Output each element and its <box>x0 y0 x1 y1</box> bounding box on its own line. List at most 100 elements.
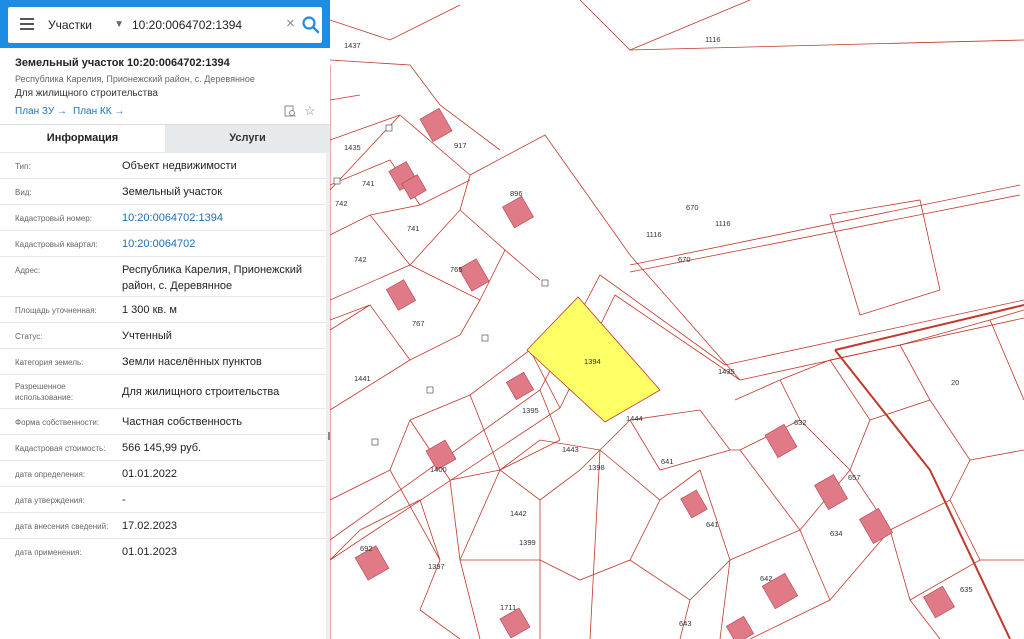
parcel-purpose: Для жилищного строительства <box>15 88 158 99</box>
info-row: Кадастровый номер: 10:20:0064702:1394 <box>0 204 326 230</box>
parcel-label: 742 <box>354 255 367 264</box>
info-row: дата утверждения: - <box>0 486 326 512</box>
info-value: Для жилищного строительства <box>122 386 280 398</box>
parcel-label: 1442 <box>510 509 527 518</box>
parcel-label: 1443 <box>562 445 579 454</box>
parcel-boundaries <box>330 0 1024 639</box>
parcel-label: 643 <box>679 619 692 628</box>
parcel-label: 632 <box>794 418 807 427</box>
parcel-card-header: Земельный участок 10:20:0064702:1394 Рес… <box>0 48 330 124</box>
report-icon[interactable] <box>284 105 296 117</box>
info-label: дата утверждения: <box>15 496 85 505</box>
info-row: Категория земель: Земли населённых пункто… <box>0 348 326 374</box>
info-value: - <box>122 494 126 506</box>
parcel-label: 1394 <box>584 357 601 366</box>
parcel-label: 767 <box>412 319 425 328</box>
parcel-label: 1397 <box>428 562 445 571</box>
close-icon[interactable]: × <box>286 15 295 33</box>
search-box: Участки ▼ × <box>8 7 322 43</box>
info-value: Земли населённых пунктов <box>122 356 262 368</box>
parcel-label: 741 <box>407 224 420 233</box>
info-row: дата определения: 01.01.2022 <box>0 460 326 486</box>
map-canvas[interactable]: 1437 1116 1435 917 741 896 742 741 1116 670 670 742… <box>330 0 1024 639</box>
info-label: Категория земель: <box>15 358 84 367</box>
parcel-label: 1398 <box>588 463 605 472</box>
tab-info[interactable]: Информация <box>0 125 165 153</box>
info-value: 17.02.2023 <box>122 520 178 532</box>
plan-kk-link[interactable]: План КК → <box>73 106 124 117</box>
parcel-label: 1116 <box>646 230 662 239</box>
parcel-label: 1441 <box>354 374 371 383</box>
chevron-down-icon: ▼ <box>114 19 124 30</box>
info-row: Вид: Земельный участок <box>0 178 326 204</box>
info-row: Разрешенное использование: Для жилищного … <box>0 374 326 408</box>
info-label: Статус: <box>15 332 43 341</box>
search-input[interactable] <box>132 16 282 34</box>
info-value: Объект недвижимости <box>122 160 237 172</box>
info-label: дата применения: <box>15 548 82 557</box>
parcel-label: 1435 <box>718 367 735 376</box>
info-value: 01.01.2022 <box>122 468 178 480</box>
sidebar: Участки ▼ × Земельный участок 10:20:0064… <box>0 0 330 639</box>
info-value: Земельный участок <box>122 186 223 198</box>
parcel-label: 741 <box>362 179 375 188</box>
info-value: 1 300 кв. м <box>122 304 177 316</box>
parcel-label: 641 <box>706 520 719 529</box>
category-label: Участки <box>48 18 92 32</box>
menu-icon[interactable] <box>20 18 34 30</box>
info-label: Кадастровый номер: <box>15 214 92 223</box>
parcel-label: 635 <box>960 585 973 594</box>
info-value-link[interactable]: 10:20:0064702:1394 <box>122 210 312 226</box>
info-value-link[interactable]: 10:20:0064702 <box>122 236 312 252</box>
info-value: 01.01.2023 <box>122 546 178 558</box>
parcel-label: 1711 <box>500 603 516 612</box>
info-row: дата применения: 01.01.2023 <box>0 538 326 564</box>
parcel-label: 670 <box>678 255 691 264</box>
parcel-label: 917 <box>454 141 467 150</box>
info-label: Кадастровый квартал: <box>15 240 98 249</box>
info-value: Частная собственность <box>122 416 243 428</box>
info-label: Тип: <box>15 162 31 171</box>
star-icon[interactable]: ☆ <box>304 103 316 119</box>
search-bar: Участки ▼ × <box>0 0 330 48</box>
cadastral-map[interactable]: 1437 1116 1435 917 741 896 742 741 1116 670 670 742… <box>330 0 1024 639</box>
parcel-label: 1400 <box>430 465 447 474</box>
info-row: Площадь уточненная: 1 300 кв. м <box>0 296 326 322</box>
info-label: Адрес: <box>15 266 41 275</box>
info-label: дата внесения сведений: <box>15 522 109 531</box>
parcel-label: 634 <box>830 529 843 538</box>
parcel-label: 742 <box>335 199 348 208</box>
parcel-title: Земельный участок 10:20:0064702:1394 <box>15 57 230 69</box>
info-label: Вид: <box>15 188 32 197</box>
parcel-label: 765 <box>450 265 463 274</box>
info-label: Форма собственности: <box>15 418 100 427</box>
parcel-label: 642 <box>760 574 773 583</box>
tab-services[interactable]: Услуги <box>165 125 330 153</box>
info-row: дата внесения сведений: 17.02.2023 <box>0 512 326 538</box>
info-row: Статус: Учтенный <box>0 322 326 348</box>
parcel-label: 1444 <box>626 414 643 423</box>
parcel-label: 670 <box>686 203 699 212</box>
category-select[interactable]: Участки ▼ <box>48 7 126 43</box>
info-row: Форма собственности: Частная собственност… <box>0 408 326 434</box>
search-icon[interactable] <box>301 15 321 35</box>
info-label: Площадь уточненная: <box>15 306 97 315</box>
parcel-label: 20 <box>951 378 959 387</box>
parcel-label: 1116 <box>715 219 731 228</box>
parcel-label: 1435 <box>344 143 361 152</box>
parcel-label: 641 <box>661 457 674 466</box>
plan-zu-link[interactable]: План ЗУ → <box>15 106 67 117</box>
info-label: дата определения: <box>15 470 86 479</box>
parcel-label: 692 <box>360 544 373 553</box>
parcel-label: 1395 <box>522 406 539 415</box>
info-row: Кадастровая стоимость: 566 145,99 руб. <box>0 434 326 460</box>
info-value: Учтенный <box>122 330 172 342</box>
info-value: Республика Карелия, Прионежский район, с… <box>122 264 302 292</box>
parcel-label: 657 <box>848 473 861 482</box>
parcel-label: 1116 <box>705 35 721 44</box>
parcel-label: 1399 <box>519 538 536 547</box>
info-row: Адрес: Республика Карелия, Прионежский ра… <box>0 256 326 296</box>
parcel-label: 896 <box>510 189 523 198</box>
info-label: Разрешенное использование: <box>15 382 74 402</box>
info-row: Кадастровый квартал: 10:20:0064702 <box>0 230 326 256</box>
